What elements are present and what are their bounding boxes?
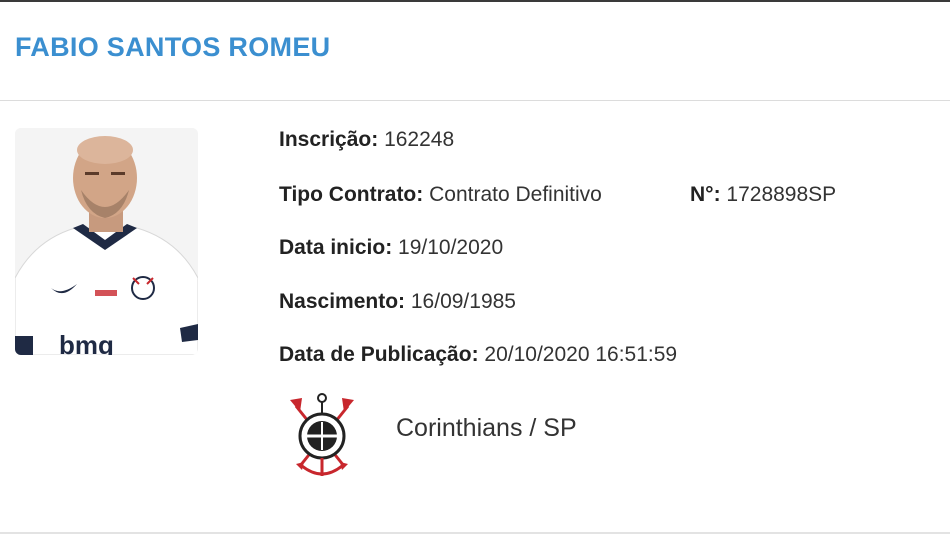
header: FABIO SANTOS ROMEU [0,2,950,101]
inscricao-row: Inscrição: 162248 [279,128,454,152]
numero-row: N°: 1728898SP [690,183,836,207]
club-name: Corinthians / SP [396,414,577,442]
numero-value: 1728898SP [726,183,837,206]
tipo-contrato-row: Tipo Contrato: Contrato Definitivo [279,183,602,207]
sponsor-text: bmg [59,330,114,355]
publicacao-value: 20/10/2020 16:51:59 [484,343,678,366]
corinthians-crest-icon [286,392,358,482]
nascimento-value: 16/09/1985 [410,290,516,313]
numero-label: N°: [690,183,721,206]
publicacao-row: Data de Publicação: 20/10/2020 16:51:59 [279,343,677,367]
data-inicio-row: Data inicio: 19/10/2020 [279,236,503,260]
data-inicio-label: Data inicio: [279,236,393,259]
tipo-contrato-label: Tipo Contrato: [279,183,424,206]
nascimento-row: Nascimento: 16/09/1985 [279,290,516,314]
tipo-contrato-value: Contrato Definitivo [429,183,602,206]
data-inicio-value: 19/10/2020 [398,236,504,259]
nascimento-label: Nascimento: [279,290,406,313]
publicacao-label: Data de Publicação: [279,343,479,366]
inscricao-label: Inscrição: [279,128,379,151]
inscricao-value: 162248 [384,128,455,151]
player-photo: bmg [15,128,198,355]
player-name: FABIO SANTOS ROMEU [15,32,331,62]
